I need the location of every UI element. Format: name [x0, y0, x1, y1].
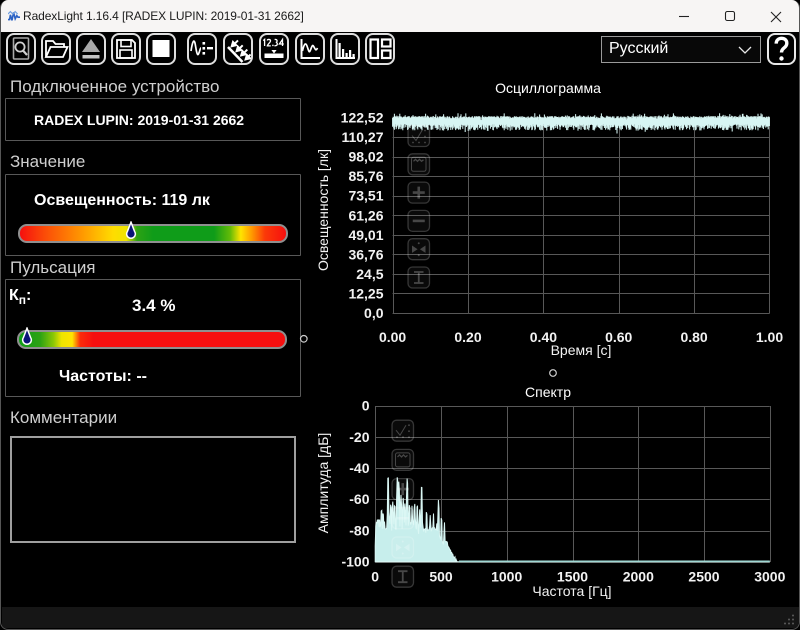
svg-text:110,27: 110,27	[341, 129, 383, 145]
svg-text:24,5: 24,5	[356, 266, 383, 282]
svg-text:0,0: 0,0	[364, 305, 384, 321]
svg-text:1.00: 1.00	[756, 329, 783, 345]
svg-text:1000: 1000	[491, 569, 522, 585]
svg-text:-80: -80	[349, 522, 369, 538]
svg-text:-60: -60	[349, 491, 369, 507]
svg-text:73,51: 73,51	[348, 188, 383, 204]
svg-text:Спектр: Спектр	[525, 384, 571, 400]
svg-text:61,26: 61,26	[348, 207, 383, 223]
svg-text:Амплитуда [дБ]: Амплитуда [дБ]	[315, 433, 331, 534]
svg-text:-20: -20	[349, 429, 369, 445]
svg-text:36,76: 36,76	[348, 246, 383, 262]
svg-text:49,01: 49,01	[348, 227, 383, 243]
svg-text:85,76: 85,76	[348, 168, 383, 184]
svg-text:122,52: 122,52	[341, 110, 384, 126]
svg-text:500: 500	[429, 569, 453, 585]
svg-text:Время [с]: Время [с]	[551, 342, 612, 358]
svg-text:0.00: 0.00	[379, 329, 406, 345]
svg-text:0.20: 0.20	[454, 329, 481, 345]
svg-text:-100: -100	[341, 554, 369, 570]
svg-text:-40: -40	[349, 460, 369, 476]
svg-text:98,02: 98,02	[348, 149, 383, 165]
svg-text:Освещенность [лк]: Освещенность [лк]	[315, 149, 331, 271]
svg-text:Осциллограмма: Осциллограмма	[495, 80, 601, 96]
svg-text:0.80: 0.80	[680, 329, 707, 345]
svg-text:12,25: 12,25	[348, 285, 383, 301]
svg-text:2000: 2000	[623, 569, 654, 585]
svg-text:Частота [Гц]: Частота [Гц]	[532, 583, 611, 599]
svg-text:0: 0	[371, 569, 379, 585]
svg-text:2500: 2500	[688, 569, 719, 585]
svg-text:0: 0	[362, 398, 370, 414]
svg-text:3000: 3000	[754, 569, 785, 585]
